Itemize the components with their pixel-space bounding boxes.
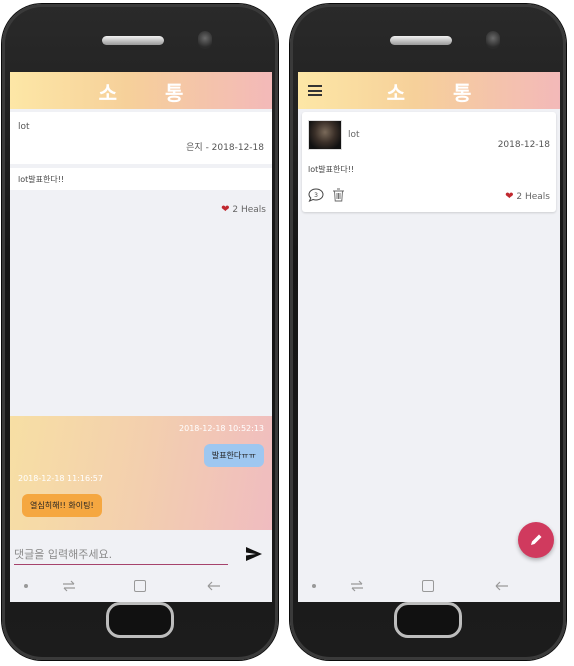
- phone-left: 소통 lot 은지 - 2018-12-18 lot발표한다!! ❤ 2 Hea…: [2, 4, 278, 660]
- post-title: lot: [18, 122, 30, 132]
- hardware-home-button[interactable]: [394, 602, 462, 638]
- screen-detail: 소통 lot 은지 - 2018-12-18 lot발표한다!! ❤ 2 Hea…: [10, 72, 272, 602]
- comment-input-row: [10, 542, 272, 568]
- write-post-button[interactable]: [518, 522, 554, 558]
- header-title: 소통: [386, 81, 520, 105]
- app-header: 소통: [298, 72, 560, 109]
- chat-timestamp: 2018-12-18 11:16:57: [18, 474, 103, 483]
- camera: [486, 31, 500, 49]
- screen-feed: 소통 lot 2018-12-18 lot발표한다!! 3 ❤ 2 Heals: [298, 72, 560, 602]
- camera: [198, 31, 212, 49]
- post-header: lot 은지 - 2018-12-18: [10, 112, 272, 164]
- chat-bubble-sent: 발표한다ㅠㅠ: [203, 444, 264, 467]
- nav-dot: [312, 584, 316, 588]
- app-header: 소통: [10, 72, 272, 109]
- post-body-text: lot발표한다!!: [18, 175, 65, 184]
- heals-count: 2 Heals: [232, 205, 266, 215]
- pencil-icon: [531, 534, 542, 545]
- nav-recent-icon[interactable]: [62, 578, 76, 594]
- nav-recent-icon[interactable]: [350, 578, 364, 594]
- phone-right: 소통 lot 2018-12-18 lot발표한다!! 3 ❤ 2 Heals: [290, 4, 566, 660]
- avatar: [308, 120, 342, 150]
- nav-dot: [24, 584, 28, 588]
- nav-home-icon[interactable]: [422, 580, 434, 592]
- system-navbar: [10, 572, 272, 602]
- comment-count: 3: [314, 192, 318, 199]
- post-body: lot발표한다!!: [10, 168, 272, 190]
- chat-area[interactable]: 2018-12-18 10:52:13 발표한다ㅠㅠ 2018-12-18 11…: [10, 416, 272, 530]
- heart-icon: ❤: [221, 204, 230, 215]
- header-title: 소통: [98, 81, 232, 105]
- chat-bubble-received: 열심히해!! 화이팅!: [22, 494, 102, 517]
- chat-timestamp: 2018-12-18 10:52:13: [179, 424, 264, 433]
- heals-button[interactable]: ❤ 2 Heals: [221, 204, 266, 215]
- speaker: [390, 36, 452, 45]
- trash-icon[interactable]: [332, 188, 345, 202]
- post-date: 2018-12-18: [497, 140, 550, 150]
- nav-back-icon[interactable]: [494, 578, 510, 594]
- nav-home-icon[interactable]: [134, 580, 146, 592]
- comment-icon[interactable]: 3: [308, 188, 324, 202]
- send-icon[interactable]: [246, 547, 262, 561]
- nav-back-icon[interactable]: [206, 578, 222, 594]
- system-navbar: [298, 572, 560, 602]
- heals-button[interactable]: ❤ 2 Heals: [505, 191, 550, 202]
- heart-icon: ❤: [505, 191, 514, 202]
- heals-count: 2 Heals: [516, 192, 550, 202]
- post-card[interactable]: lot 2018-12-18 lot발표한다!! 3 ❤ 2 Heals: [302, 112, 556, 212]
- post-meta: 은지 - 2018-12-18: [186, 143, 264, 153]
- post-body: lot발표한다!!: [308, 165, 355, 174]
- post-title: lot: [348, 130, 360, 140]
- comment-input[interactable]: [14, 545, 228, 565]
- hardware-home-button[interactable]: [106, 602, 174, 638]
- speaker: [102, 36, 164, 45]
